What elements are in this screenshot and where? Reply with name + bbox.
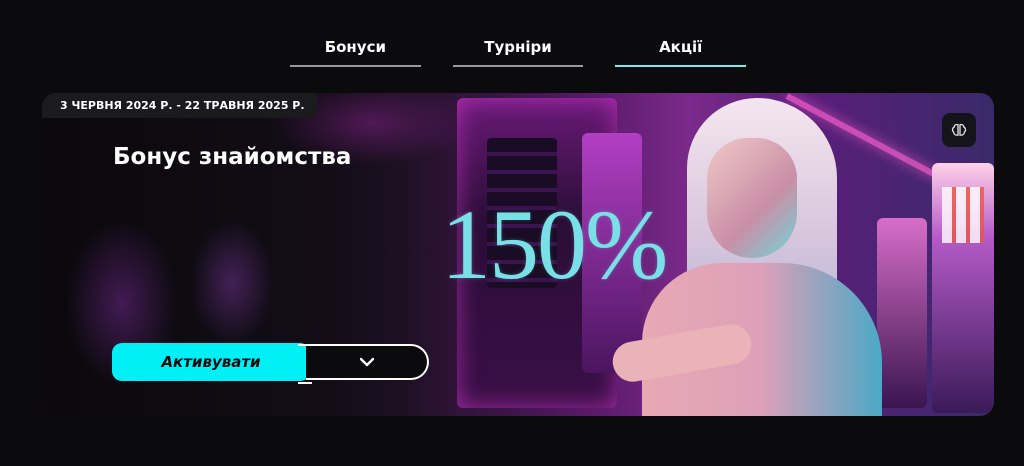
brain-icon	[951, 123, 967, 136]
tab-promotions[interactable]: Акції	[615, 30, 747, 68]
banner-model-image	[609, 93, 882, 416]
tab-label: Бонуси	[324, 38, 386, 56]
brain-icon-button[interactable]	[942, 113, 976, 147]
tab-tournaments[interactable]: Турніри	[452, 30, 584, 68]
promo-headline-value: 150%	[441, 189, 668, 300]
slot-machine-image	[877, 218, 927, 408]
slot-machine-image	[932, 163, 994, 413]
tab-label: Турніри	[484, 38, 552, 56]
promo-tabs: Бонуси Турніри Акції	[290, 30, 747, 68]
tab-bonuses[interactable]: Бонуси	[290, 30, 421, 68]
tab-underline-active	[615, 65, 747, 67]
expand-details-button[interactable]	[298, 344, 429, 384]
tab-underline	[290, 65, 421, 67]
tab-label: Акції	[659, 38, 703, 56]
promo-title: Бонус знайомства	[113, 144, 352, 170]
tab-underline	[452, 65, 584, 67]
promo-date-range: 3 ЧЕРВНЯ 2024 Р. - 22 ТРАВНЯ 2025 Р.	[42, 93, 317, 118]
chevron-down-icon	[359, 357, 374, 367]
face-shape	[707, 138, 797, 258]
activate-button[interactable]: Активувати	[112, 343, 310, 381]
